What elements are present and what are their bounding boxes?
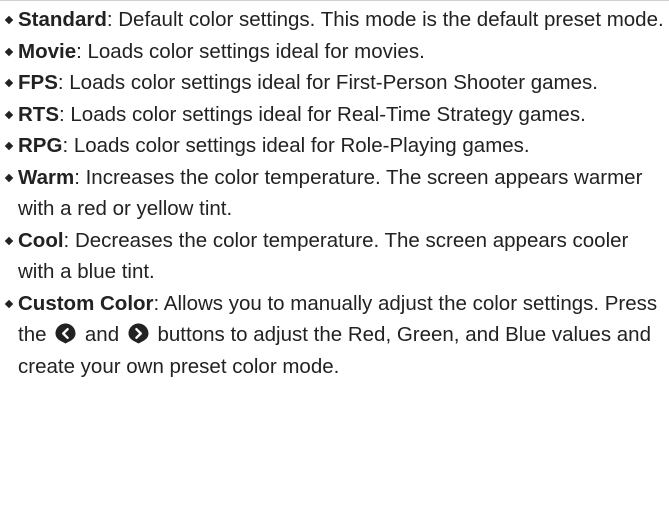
list-item-standard: Standard: Default color settings. This m… bbox=[4, 4, 666, 36]
bullet-icon bbox=[4, 236, 14, 245]
mode-description: : Default color settings. This mode is t… bbox=[106, 8, 664, 31]
mode-name: Standard bbox=[18, 8, 107, 31]
mode-description: : Loads color settings ideal for Role-Pl… bbox=[62, 134, 530, 157]
mode-name: RTS bbox=[18, 102, 59, 126]
bullet-icon bbox=[4, 141, 14, 151]
mode-description: : Loads color settings ideal for Real-Ti… bbox=[59, 102, 586, 126]
between-buttons-text: and bbox=[79, 323, 125, 346]
list-item-movie: Movie: Loads color settings ideal for mo… bbox=[4, 36, 666, 68]
mode-description: : Loads color settings ideal for movies. bbox=[76, 39, 425, 63]
bullet-icon bbox=[4, 110, 14, 119]
left-arrow-button-icon bbox=[55, 322, 76, 344]
mode-name: RPG bbox=[18, 134, 63, 157]
bullet-icon bbox=[4, 299, 14, 308]
list-item-rts: RTS: Loads color settings ideal for Real… bbox=[4, 99, 666, 131]
document-page: Standard: Default color settings. This m… bbox=[0, 0, 669, 514]
mode-description: : Loads color settings ideal for First-P… bbox=[57, 71, 598, 94]
list-item-warm: Warm: Increases the color temperature. T… bbox=[4, 162, 666, 225]
bullet-icon bbox=[4, 47, 14, 56]
mode-name: Cool bbox=[18, 228, 64, 252]
list-item-rpg: RPG: Loads color settings ideal for Role… bbox=[4, 130, 666, 162]
right-arrow-button-icon bbox=[128, 322, 149, 344]
list-item-cool: Cool: Decreases the color temperature. T… bbox=[4, 225, 666, 288]
list-item-custom-color: Custom Color: Allows you to manually adj… bbox=[4, 288, 666, 383]
preset-mode-list: Standard: Default color settings. This m… bbox=[4, 4, 666, 383]
mode-description: : Increases the color temperature. The s… bbox=[18, 165, 643, 221]
mode-description: : Decreases the color temperature. The s… bbox=[18, 228, 629, 284]
mode-name: FPS bbox=[18, 71, 58, 94]
mode-name: Movie bbox=[18, 39, 77, 63]
bullet-icon bbox=[4, 173, 14, 182]
list-item-fps: FPS: Loads color settings ideal for Firs… bbox=[4, 67, 666, 99]
mode-name: Warm bbox=[18, 165, 75, 189]
bullet-icon bbox=[4, 78, 14, 88]
bullet-icon bbox=[4, 15, 14, 25]
mode-name: Custom Color bbox=[18, 291, 154, 315]
